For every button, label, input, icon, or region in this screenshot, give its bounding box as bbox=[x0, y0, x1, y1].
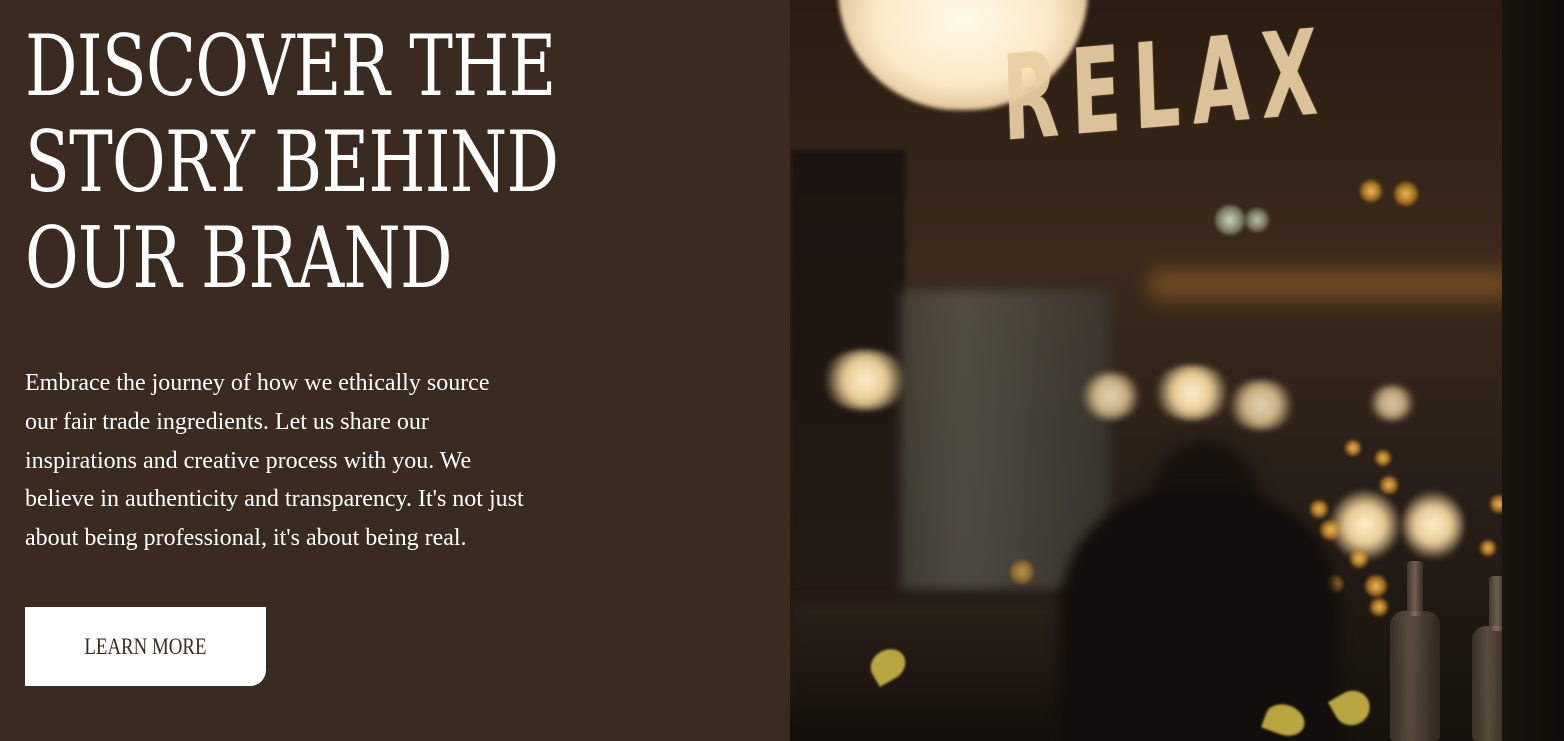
lamp-glow bbox=[820, 350, 910, 410]
bokeh-light bbox=[1215, 205, 1245, 235]
hero-title: DISCOVER THE STORY BEHIND OUR BRAND bbox=[25, 17, 559, 307]
lamp-glow bbox=[1402, 490, 1464, 560]
learn-more-button[interactable]: LEARN MORE bbox=[25, 607, 266, 686]
bokeh-light bbox=[1370, 598, 1388, 616]
bokeh-light bbox=[1010, 560, 1034, 584]
bokeh-light bbox=[1345, 440, 1361, 456]
bokeh-light bbox=[1394, 182, 1418, 206]
lamp-glow bbox=[1368, 385, 1416, 421]
hero-description: Embrace the journey of how we ethically … bbox=[25, 370, 524, 552]
photo-person bbox=[1060, 490, 1340, 741]
lamp-glow bbox=[1080, 372, 1142, 420]
bokeh-light bbox=[1245, 208, 1269, 232]
bokeh-light bbox=[1480, 540, 1496, 556]
lamp-glow bbox=[1152, 365, 1232, 420]
bokeh-light bbox=[1365, 575, 1387, 597]
about-hero-section: DISCOVER THE STORY BEHIND OUR BRAND Embr… bbox=[0, 0, 1564, 741]
bokeh-light bbox=[1375, 450, 1391, 466]
hero-title-line-2: STORY BEHIND bbox=[25, 113, 559, 211]
lamp-glow bbox=[1330, 490, 1400, 560]
window-frame bbox=[1502, 0, 1564, 741]
bokeh-light bbox=[1360, 180, 1382, 202]
bokeh-light bbox=[1320, 520, 1340, 540]
hero-title-line-3: OUR BRAND bbox=[25, 209, 453, 307]
lamp-glow bbox=[1226, 380, 1296, 430]
learn-more-button-label: LEARN MORE bbox=[84, 633, 207, 659]
hero-text-panel: DISCOVER THE STORY BEHIND OUR BRAND Embr… bbox=[0, 0, 790, 741]
cafe-interior-photo: RELAX bbox=[790, 0, 1564, 741]
photo-bar-shelf bbox=[1150, 270, 1510, 300]
relax-window-sign: RELAX bbox=[1000, 2, 1332, 168]
bokeh-light bbox=[1310, 500, 1328, 518]
bokeh-light bbox=[1380, 476, 1398, 494]
bokeh-light bbox=[1350, 550, 1368, 568]
photo-table bbox=[790, 600, 1090, 741]
bottle bbox=[1390, 561, 1440, 741]
hero-title-line-1: DISCOVER THE bbox=[25, 17, 556, 115]
